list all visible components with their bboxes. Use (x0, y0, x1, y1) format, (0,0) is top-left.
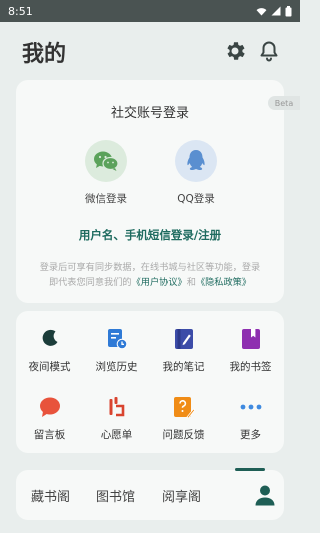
beta-badge: Beta (268, 96, 300, 110)
person-icon[interactable] (254, 484, 276, 506)
qq-login-button[interactable]: QQ登录 (156, 140, 236, 206)
social-login-title: 社交账号登录 (110, 106, 189, 121)
menu-item-wishlist[interactable]: 心愿单 (83, 395, 150, 442)
status-time: 8:51 (8, 4, 33, 18)
menu-label: 我的笔记 (162, 361, 205, 373)
status-bar: 8:51 (0, 0, 300, 22)
qq-login-label: QQ登录 (177, 193, 215, 205)
battery-icon (285, 5, 292, 16)
bookmark-icon (239, 327, 263, 351)
message-icon (38, 395, 62, 419)
disclaimer-and: 和 (186, 277, 196, 288)
menu-label: 心愿单 (100, 429, 133, 441)
menu-item-notes[interactable]: 我的笔记 (150, 327, 217, 374)
more-icon (239, 395, 263, 419)
login-disclaimer: 登录后可享有同步数据，在线书城与社区等功能，登录 即代表您同意我们的《用户协议》… (28, 260, 272, 290)
menu-grid: 夜间模式 浏览历史 我的笔记 我的书签 留言板 心愿单 问题反馈 更多 (16, 311, 284, 453)
menu-label: 问题反馈 (162, 429, 205, 441)
tab-reading-share[interactable]: 阅享阁 (162, 486, 201, 505)
signal-icon (271, 6, 281, 16)
menu-label: 留言板 (33, 429, 66, 441)
menu-item-night-mode[interactable]: 夜间模式 (16, 327, 83, 374)
wechat-icon (85, 140, 127, 182)
disclaimer-line1: 登录后可享有同步数据，在线书城与社区等功能，登录 (39, 262, 261, 273)
wishlist-icon (105, 395, 129, 419)
wechat-login-button[interactable]: 微信登录 (66, 140, 146, 206)
bell-icon[interactable] (257, 39, 281, 63)
feedback-icon (172, 395, 196, 419)
menu-label: 浏览历史 (95, 361, 138, 373)
notes-icon (172, 327, 196, 351)
bottom-tab-bar: 藏书阁 图书馆 阅享阁 (16, 468, 284, 520)
tab-book-collection[interactable]: 藏书阁 (31, 486, 70, 505)
wechat-login-label: 微信登录 (85, 193, 127, 205)
history-icon (105, 327, 129, 351)
menu-label: 我的书签 (229, 361, 272, 373)
menu-item-more[interactable]: 更多 (217, 395, 284, 442)
page-title: 我的 (22, 42, 67, 67)
login-card: 社交账号登录 Beta 微信登录 QQ登录 用户名、手机短信登录/注册 登录后可… (16, 80, 300, 303)
active-tab-indicator (235, 468, 265, 471)
tab-library[interactable]: 图书馆 (96, 486, 135, 505)
menu-item-bookmarks[interactable]: 我的书签 (217, 327, 284, 374)
disclaimer-pre: 即代表您同意我们的 (48, 277, 132, 288)
moon-icon (38, 327, 62, 351)
menu-label: 夜间模式 (28, 361, 71, 373)
menu-item-history[interactable]: 浏览历史 (83, 327, 150, 374)
status-icons (256, 5, 292, 17)
privacy-policy-link[interactable]: 《隐私政策》 (196, 277, 251, 288)
user-agreement-link[interactable]: 《用户协议》 (132, 277, 187, 288)
menu-item-message-board[interactable]: 留言板 (16, 395, 83, 442)
qq-icon (175, 140, 217, 182)
menu-item-feedback[interactable]: 问题反馈 (150, 395, 217, 442)
menu-label: 更多 (240, 429, 261, 441)
page-header: 我的 (0, 22, 300, 80)
wifi-icon (256, 7, 267, 16)
phone-login-link[interactable]: 用户名、手机短信登录/注册 (16, 227, 284, 243)
gear-icon[interactable] (223, 39, 247, 63)
